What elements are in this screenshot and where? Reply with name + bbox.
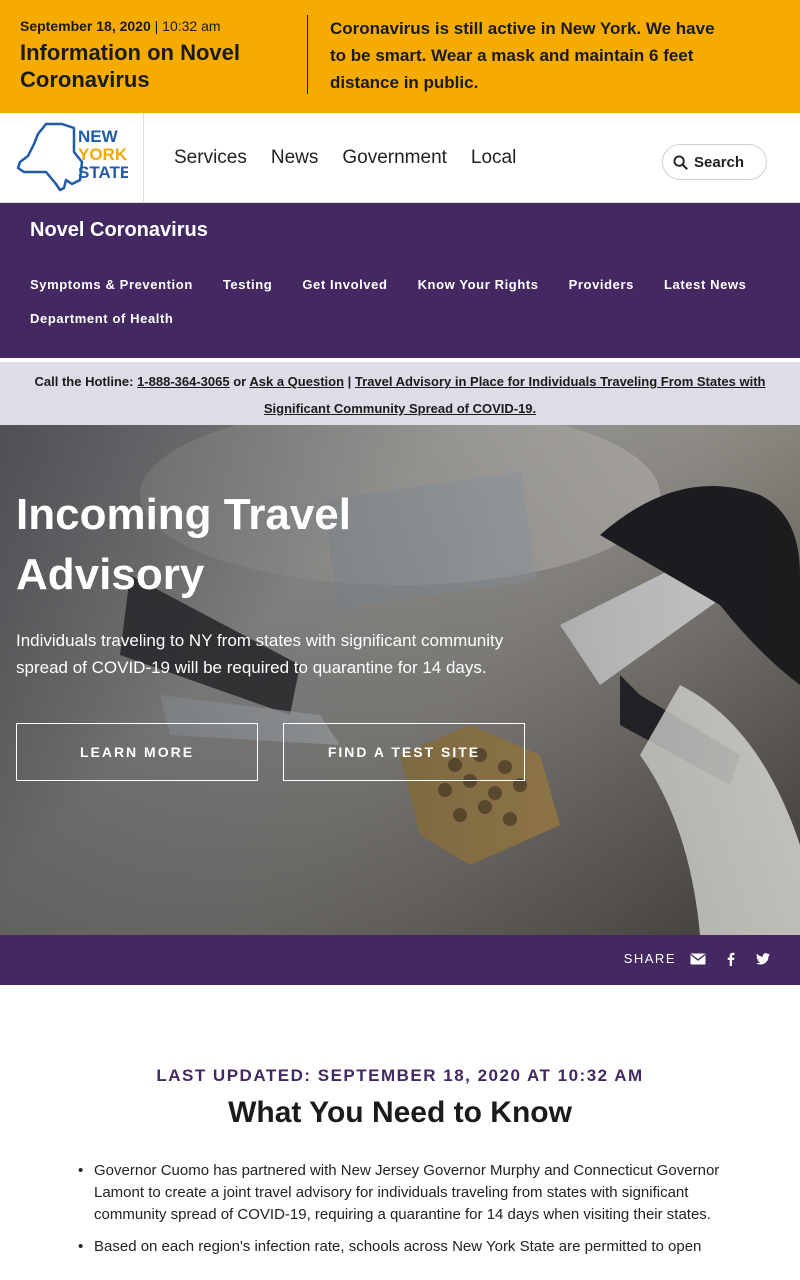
search-icon xyxy=(673,154,688,170)
alert-time: 10:32 am xyxy=(162,18,221,34)
share-controls: SHARE xyxy=(624,951,770,966)
subnav-providers[interactable]: Providers xyxy=(569,276,634,294)
subnav-department-of-health[interactable]: Department of Health xyxy=(30,310,173,328)
twitter-icon[interactable] xyxy=(756,952,770,965)
subnav-latest-news[interactable]: Latest News xyxy=(664,276,746,294)
main-nav: Services News Government Local xyxy=(174,147,516,169)
ask-question-link[interactable]: Ask a Question xyxy=(249,374,344,389)
info-bullet-list: Governor Cuomo has partnered with New Je… xyxy=(78,1160,734,1268)
alert-message: Coronavirus is still active in New York.… xyxy=(330,19,715,92)
subnav-testing[interactable]: Testing xyxy=(223,276,272,294)
envelope-icon[interactable] xyxy=(690,953,706,965)
hotline-prefix: Call the Hotline: xyxy=(34,374,134,389)
list-item: Governor Cuomo has partnered with New Je… xyxy=(78,1160,734,1226)
hero-description: Individuals traveling to NY from states … xyxy=(16,631,504,677)
logo-line-new: NEW xyxy=(78,127,119,146)
alert-divider xyxy=(307,15,308,94)
new-york-state-map-icon: NEW YORK STATE xyxy=(16,122,128,192)
logo-line-york: YORK xyxy=(78,145,128,164)
subnav-know-your-rights[interactable]: Know Your Rights xyxy=(418,276,539,294)
subnav-get-involved[interactable]: Get Involved xyxy=(302,276,387,294)
subnav-title[interactable]: Novel Coronavirus xyxy=(30,219,208,242)
search-label: Search xyxy=(694,153,745,171)
find-test-site-button[interactable]: FIND A TEST SITE xyxy=(283,723,525,781)
alert-datetime: September 18, 2020 | 10:32 am xyxy=(20,17,300,35)
alert-date: September 18, 2020 xyxy=(20,18,151,34)
hero-title: Incoming Travel Advisory xyxy=(16,490,351,599)
last-updated: LAST UPDATED: SEPTEMBER 18, 2020 AT 10:3… xyxy=(156,1066,644,1085)
alert-left: September 18, 2020 | 10:32 am Informatio… xyxy=(20,17,300,93)
share-bar: SHARE xyxy=(0,935,800,985)
nav-services[interactable]: Services xyxy=(174,147,247,169)
list-item: Based on each region's infection rate, s… xyxy=(78,1236,734,1258)
facebook-icon[interactable] xyxy=(724,952,738,966)
hotline-or: or xyxy=(233,374,247,389)
coronavirus-subnav: Novel Coronavirus Symptoms & Prevention … xyxy=(0,203,800,358)
share-label: SHARE xyxy=(623,951,676,966)
subnav-symptoms-prevention[interactable]: Symptoms & Prevention xyxy=(30,276,193,294)
nys-logo[interactable]: NEW YORK STATE xyxy=(0,113,144,203)
hotline-separator: | xyxy=(347,374,352,389)
nav-government[interactable]: Government xyxy=(342,147,447,169)
section-title: What You Need to Know xyxy=(228,1096,572,1129)
hotline-banner: Call the Hotline: 1-888-364-3065 or Ask … xyxy=(0,362,800,425)
alert-title[interactable]: Information on Novel Coronavirus xyxy=(20,39,300,93)
nav-local[interactable]: Local xyxy=(471,147,516,169)
logo-line-state: STATE xyxy=(78,163,128,182)
hero-banner: Incoming Travel Advisory Individuals tra… xyxy=(0,425,800,935)
subnav-links: Symptoms & Prevention Testing Get Involv… xyxy=(30,276,790,328)
search-button[interactable]: Search xyxy=(662,144,767,180)
nav-news[interactable]: News xyxy=(271,147,319,169)
hotline-phone-link[interactable]: 1-888-364-3065 xyxy=(137,374,230,389)
site-header: NEW YORK STATE Services News Government … xyxy=(0,113,800,203)
learn-more-button[interactable]: LEARN MORE xyxy=(16,723,258,781)
covid-alert-bar: September 18, 2020 | 10:32 am Informatio… xyxy=(0,0,800,113)
